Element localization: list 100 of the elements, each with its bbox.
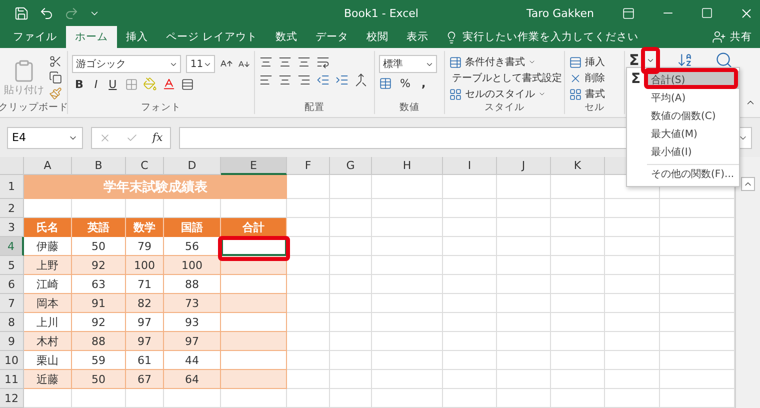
sheet-cell[interactable]: [497, 351, 551, 370]
sheet-cell[interactable]: [605, 275, 660, 294]
sheet-cell[interactable]: [372, 389, 443, 408]
sheet-cell[interactable]: [24, 389, 72, 408]
fill-color-icon[interactable]: [142, 77, 157, 92]
save-icon[interactable]: [14, 6, 29, 21]
cells-button[interactable]: 挿入: [585, 55, 605, 70]
sheet-cell[interactable]: [497, 389, 551, 408]
column-header[interactable]: C: [126, 157, 164, 175]
select-all-button[interactable]: [0, 157, 24, 175]
font-size-select[interactable]: 11: [186, 55, 216, 74]
scissors-icon[interactable]: [49, 55, 62, 68]
sheet-cell[interactable]: [605, 313, 660, 332]
sheet-cell[interactable]: [443, 332, 497, 351]
sheet-cell[interactable]: [605, 332, 660, 351]
sheet-cell[interactable]: [372, 218, 443, 237]
sheet-cell[interactable]: [660, 237, 735, 256]
sheet-cell[interactable]: [287, 256, 330, 275]
sheet-cell[interactable]: [443, 313, 497, 332]
row-header[interactable]: 12: [0, 389, 24, 408]
sheet-cell[interactable]: [72, 389, 126, 408]
align-middle-icon[interactable]: [278, 55, 292, 70]
sheet-cell[interactable]: [330, 389, 372, 408]
sheet-cell[interactable]: [660, 218, 735, 237]
sheet-cell[interactable]: [551, 275, 605, 294]
sheet-cell[interactable]: [497, 294, 551, 313]
orientation-icon[interactable]: [316, 55, 330, 70]
sheet-cell[interactable]: [372, 237, 443, 256]
sheet-cell[interactable]: [372, 332, 443, 351]
row-header[interactable]: 10: [0, 351, 24, 370]
sheet-cell[interactable]: [287, 218, 330, 237]
align-right-icon[interactable]: [297, 73, 311, 88]
sheet-cell[interactable]: [330, 275, 372, 294]
sheet-cell[interactable]: [126, 389, 164, 408]
cancel-icon[interactable]: [99, 132, 112, 144]
sheet-cell[interactable]: [605, 218, 660, 237]
row-header[interactable]: 8: [0, 313, 24, 332]
cells-button[interactable]: 書式: [585, 87, 605, 102]
sheet-cell[interactable]: [330, 175, 372, 199]
style-button[interactable]: 条件付き書式: [465, 55, 525, 70]
sheet-cell[interactable]: [443, 370, 497, 389]
align-left-icon[interactable]: [259, 73, 273, 88]
menu-item[interactable]: 平均(A): [647, 89, 739, 107]
sheet-cell[interactable]: [443, 275, 497, 294]
underline-button[interactable]: U: [106, 78, 120, 91]
undo-icon[interactable]: [39, 6, 54, 21]
sheet-cell[interactable]: [497, 175, 551, 199]
ribbon-tab[interactable]: 表示: [397, 26, 438, 48]
menu-item[interactable]: 数値の個数(C): [647, 107, 739, 125]
bold-button[interactable]: B: [72, 78, 86, 91]
sheet-cell[interactable]: [551, 218, 605, 237]
sheet-cell[interactable]: [497, 370, 551, 389]
merge-icon[interactable]: [354, 73, 368, 88]
sheet-cell[interactable]: [443, 237, 497, 256]
sheet-cell[interactable]: [372, 294, 443, 313]
sheet-cell[interactable]: [497, 218, 551, 237]
copy-icon[interactable]: [49, 71, 62, 84]
sheet-cell[interactable]: [660, 370, 735, 389]
sort-icon[interactable]: [677, 52, 694, 68]
sheet-cell[interactable]: [497, 237, 551, 256]
sheet-cell[interactable]: [372, 256, 443, 275]
row-header[interactable]: 2: [0, 199, 24, 218]
sheet-cell[interactable]: [330, 351, 372, 370]
phonetic-icon[interactable]: [180, 78, 194, 91]
align-bottom-icon[interactable]: [297, 55, 311, 70]
menu-item[interactable]: その他の関数(F)...: [647, 164, 739, 182]
column-header[interactable]: G: [330, 157, 372, 175]
autosum-button[interactable]: Σ: [629, 53, 640, 68]
sheet-cell[interactable]: [660, 351, 735, 370]
style-button[interactable]: テーブルとして書式設定: [452, 71, 562, 86]
sheet-cell[interactable]: [287, 389, 330, 408]
currency-icon[interactable]: [379, 77, 392, 90]
sheet-cell[interactable]: [551, 237, 605, 256]
number-format-select[interactable]: 標準: [379, 55, 437, 74]
sheet-cell[interactable]: [372, 351, 443, 370]
ribbon-tab[interactable]: データ: [306, 26, 358, 48]
sheet-cell[interactable]: [605, 237, 660, 256]
row-header[interactable]: 5: [0, 256, 24, 275]
sheet-cell[interactable]: [287, 313, 330, 332]
sheet-cell[interactable]: [330, 218, 372, 237]
tell-me-field[interactable]: 実行したい作業を入力してください: [462, 30, 638, 44]
sheet-cell[interactable]: [605, 199, 660, 218]
sheet-cell[interactable]: [330, 199, 372, 218]
sheet-cell[interactable]: [164, 389, 221, 408]
sheet-cell[interactable]: [372, 175, 443, 199]
ribbon-tab[interactable]: ホーム: [66, 26, 117, 48]
sheet-cell[interactable]: [605, 256, 660, 275]
sheet-cell[interactable]: [287, 351, 330, 370]
name-box[interactable]: E4: [7, 126, 83, 149]
sheet-cell[interactable]: [372, 199, 443, 218]
sheet-cell[interactable]: [551, 175, 605, 199]
ribbon-display-icon[interactable]: [622, 6, 635, 20]
search-icon[interactable]: [715, 51, 734, 70]
sheet-cell[interactable]: [497, 332, 551, 351]
style-icon[interactable]: [449, 56, 462, 69]
sheet-cell[interactable]: [605, 351, 660, 370]
font-name-select[interactable]: 游ゴシック: [72, 55, 182, 74]
align-center-icon[interactable]: [278, 73, 292, 88]
menu-item[interactable]: 最大値(M): [647, 125, 739, 143]
sheet-cell[interactable]: [287, 175, 330, 199]
